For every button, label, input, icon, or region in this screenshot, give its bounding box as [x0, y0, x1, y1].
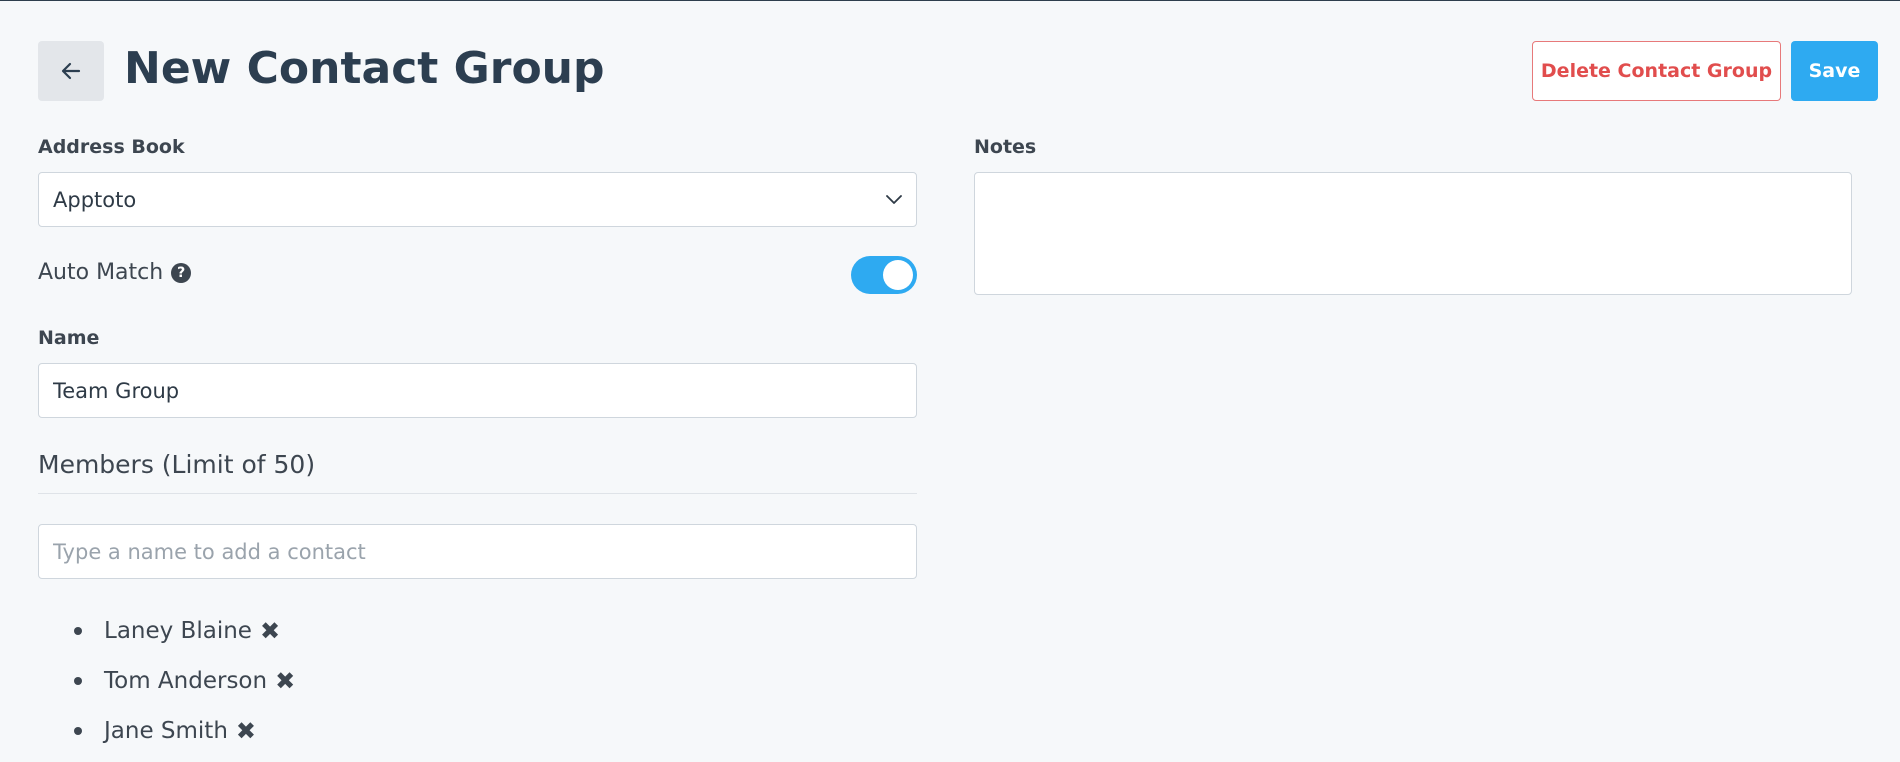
members-heading: Members (Limit of 50) — [38, 450, 316, 479]
page-title: New Contact Group — [124, 43, 605, 94]
member-list-item: Laney Blaine ✖ — [74, 606, 295, 656]
address-book-select[interactable]: Apptoto — [38, 172, 917, 227]
back-button[interactable] — [38, 41, 104, 101]
member-name: Laney Blaine — [104, 618, 252, 644]
member-name: Tom Anderson — [104, 668, 268, 694]
bullet — [74, 627, 82, 635]
toggle-knob — [883, 260, 913, 290]
members-divider — [38, 493, 917, 494]
name-input[interactable] — [38, 363, 917, 418]
remove-member-icon[interactable]: ✖ — [236, 719, 256, 743]
address-book-value: Apptoto — [53, 187, 137, 212]
question-circle-icon[interactable]: ? — [171, 262, 192, 283]
member-list-item: Jane Smith ✖ — [74, 706, 295, 756]
auto-match-label: Auto Match — [38, 260, 164, 285]
member-list-item: Tom Anderson ✖ — [74, 656, 295, 706]
save-button[interactable]: Save — [1791, 41, 1878, 101]
remove-member-icon[interactable]: ✖ — [275, 669, 295, 693]
notes-textarea[interactable] — [974, 172, 1852, 295]
address-book-label: Address Book — [38, 136, 185, 158]
member-name: Jane Smith — [104, 718, 228, 744]
name-label: Name — [38, 327, 100, 349]
bullet — [74, 677, 82, 685]
delete-contact-group-button[interactable]: Delete Contact Group — [1532, 41, 1781, 101]
notes-label: Notes — [974, 136, 1037, 158]
members-list: Laney Blaine ✖ Tom Anderson ✖ Jane Smith… — [74, 606, 295, 756]
top-border — [0, 0, 1900, 1]
bullet — [74, 727, 82, 735]
auto-match-row: Auto Match ? — [38, 260, 192, 285]
chevron-down-icon — [886, 194, 902, 205]
auto-match-toggle[interactable] — [851, 256, 917, 294]
arrow-left-icon — [61, 62, 81, 80]
add-contact-input[interactable] — [38, 524, 917, 579]
remove-member-icon[interactable]: ✖ — [260, 619, 280, 643]
